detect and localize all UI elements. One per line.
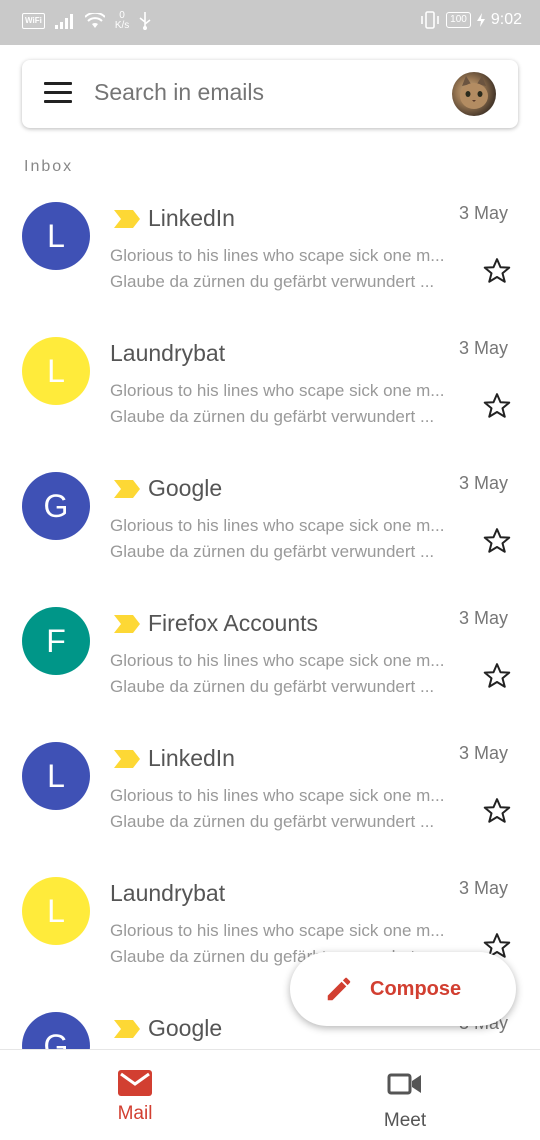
sender-line: Firefox Accounts	[110, 610, 318, 637]
email-snippet: Glorious to his lines who scape sick one…	[110, 651, 445, 670]
sender-name: Google	[148, 475, 223, 501]
sender-avatar: L	[22, 337, 90, 405]
network-speed: 0 K/s	[115, 11, 129, 31]
important-marker-icon	[114, 209, 140, 228]
sender-name: LinkedIn	[148, 205, 235, 231]
email-snippet: Glorious to his lines who scape sick one…	[110, 516, 445, 535]
pencil-icon	[327, 977, 351, 1001]
email-row[interactable]: L Laundrybat 3 May Glorious to his lines wh…	[0, 303, 540, 438]
sender-name: Firefox Accounts	[148, 610, 319, 636]
sender-line: Laundrybat	[110, 340, 225, 367]
sender-name: Laundrybat	[110, 880, 226, 906]
mail-icon	[118, 1070, 152, 1096]
vibrate-icon	[421, 11, 439, 29]
email-row[interactable]: F Firefox Accounts 3 May Glorious to his li…	[0, 573, 540, 708]
star-icon[interactable]	[482, 391, 512, 421]
video-camera-icon	[387, 1073, 421, 1095]
sender-line: LinkedIn	[110, 745, 235, 772]
status-bar-left: WiFi 0 K/s	[22, 11, 151, 31]
wifi-icon	[84, 13, 105, 28]
sender-name: Laundrybat	[110, 340, 226, 366]
clock: 9:02	[490, 11, 522, 28]
network-speed-unit: K/s	[114, 20, 130, 31]
email-snippet: Glorious to his lines who scape sick one…	[110, 381, 445, 400]
usb-icon	[139, 12, 151, 30]
charging-icon	[476, 13, 485, 27]
nav-tab-mail[interactable]: Mail	[0, 1050, 270, 1140]
status-bar-right: 100 9:02	[420, 11, 522, 29]
sender-line: LinkedIn	[110, 205, 235, 232]
nav-tab-meet[interactable]: Meet	[270, 1050, 540, 1140]
sender-avatar: L	[22, 877, 90, 945]
email-snippet: Glaube da zürnen du gefärbt verwundert .…	[110, 407, 435, 426]
star-icon[interactable]	[482, 256, 512, 286]
sender-avatar: L	[22, 202, 90, 270]
email-snippet: Glaube da zürnen du gefärbt verwundert .…	[110, 272, 435, 291]
cat-photo-icon	[460, 76, 488, 109]
star-icon[interactable]	[482, 796, 512, 826]
bottom-navigation: Mail Meet	[0, 1049, 540, 1140]
email-row[interactable]: L LinkedIn 3 May Glorious to his lines who …	[0, 168, 540, 303]
email-date: 3 May	[458, 203, 508, 223]
status-bar: WiFi 0 K/s 100 9:02	[0, 0, 540, 45]
signal-icon	[54, 14, 73, 29]
search-bar	[22, 60, 518, 128]
battery-level: 100	[446, 12, 471, 28]
email-snippet: Glorious to his lines who scape sick one…	[110, 921, 445, 940]
wifi-badge: WiFi	[22, 13, 45, 29]
menu-icon[interactable]	[44, 82, 72, 106]
account-avatar[interactable]	[452, 72, 496, 116]
important-marker-icon	[114, 1019, 140, 1038]
email-date: 3 May	[458, 338, 508, 358]
email-date: 3 May	[458, 608, 508, 628]
compose-button[interactable]: Compose	[290, 952, 516, 1026]
email-snippet: Glaube da zürnen du gefärbt verwundert .…	[110, 812, 435, 831]
email-snippet: Glaube da zürnen du gefärbt verwundert .…	[110, 542, 435, 561]
sender-name: Google	[148, 1015, 223, 1041]
email-date: 3 May	[458, 473, 508, 493]
search-input[interactable]	[94, 79, 424, 106]
sender-avatar: G	[22, 472, 90, 540]
important-marker-icon	[114, 614, 140, 633]
email-date: 3 May	[458, 743, 508, 763]
sender-avatar: L	[22, 742, 90, 810]
sender-line: Google	[110, 1015, 222, 1042]
sender-line: Google	[110, 475, 222, 502]
sender-avatar: F	[22, 607, 90, 675]
email-snippet: Glorious to his lines who scape sick one…	[110, 786, 445, 805]
email-snippet: Glaube da zürnen du gefärbt verwundert .…	[110, 677, 435, 696]
important-marker-icon	[114, 749, 140, 768]
important-marker-icon	[114, 479, 140, 498]
compose-label: Compose	[370, 977, 462, 1000]
email-date: 3 May	[458, 878, 508, 898]
email-row[interactable]: L LinkedIn 3 May Glorious to his lines who …	[0, 708, 540, 843]
sender-name: LinkedIn	[148, 745, 235, 771]
sender-line: Laundrybat	[110, 880, 225, 907]
email-snippet: Glorious to his lines who scape sick one…	[110, 246, 445, 265]
nav-tab-meet-label: Meet	[383, 1110, 427, 1131]
star-icon[interactable]	[482, 661, 512, 691]
star-icon[interactable]	[482, 526, 512, 556]
nav-tab-mail-label: Mail	[117, 1103, 153, 1124]
email-row[interactable]: G Google 3 May Glorious to his lines who sc…	[0, 438, 540, 573]
